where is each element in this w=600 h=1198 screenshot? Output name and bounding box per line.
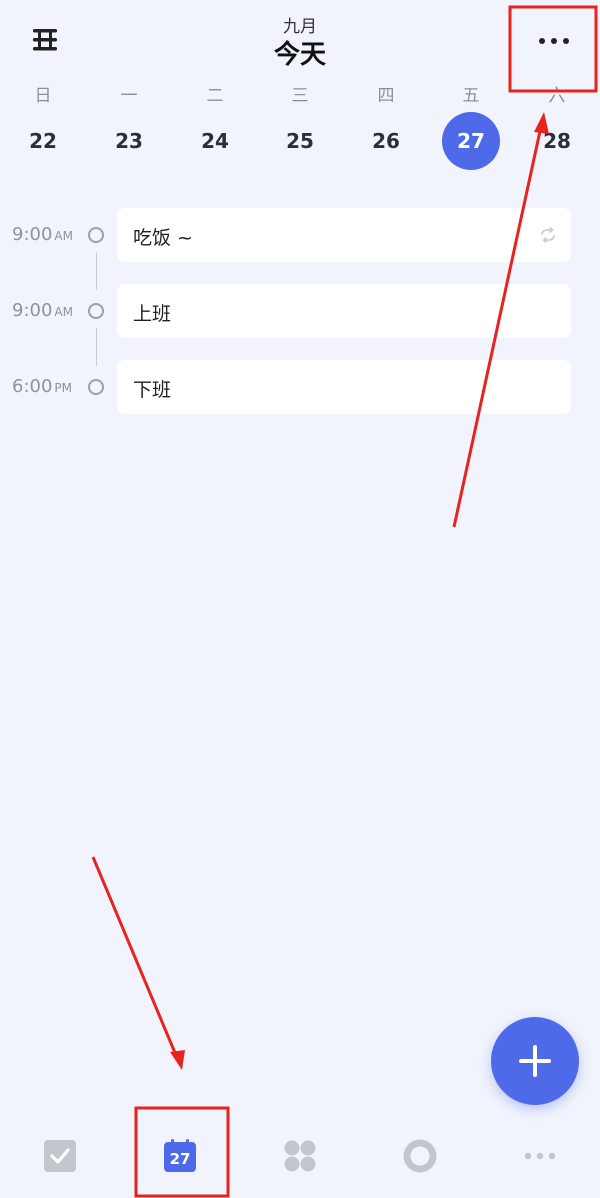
day-thu[interactable]: 四 26 [356,84,416,176]
event-card[interactable]: 上班 [117,284,571,338]
event-complete-circle[interactable] [88,227,104,243]
day-wed[interactable]: 三 25 [270,84,330,176]
arrowhead-icon [170,1050,185,1070]
tab-calendar[interactable]: 27 [135,1108,225,1198]
event-time: 9:00 AM [12,224,73,245]
date-number: 28 [543,129,571,153]
more-dots-icon [524,1152,556,1160]
repeat-icon [541,227,555,243]
grid-icon [284,1140,316,1172]
date-number: 26 [372,129,400,153]
event-row: 9:00 AM 上班 [0,284,600,338]
tab-tasks[interactable] [15,1108,105,1198]
weekday-label: 六 [548,86,566,106]
weekday-label: 五 [462,86,480,106]
day-sun[interactable]: 日 22 [13,84,73,176]
event-title: 吃饭 ~ [133,227,193,249]
event-time: 6:00 PM [12,376,73,397]
event-card[interactable]: 吃饭 ~ [117,208,571,262]
event-row: 9:00 AM 吃饭 ~ [0,208,600,262]
annotation-overlay [91,5,598,1198]
add-event-button[interactable] [491,1017,579,1105]
event-complete-circle[interactable] [88,379,104,395]
day-sat[interactable]: 六 28 [527,84,587,176]
tab-focus[interactable] [375,1108,465,1198]
bottom-tab-bar: 27 [0,1108,600,1198]
weekday-label: 二 [206,86,224,106]
event-row: 6:00 PM 下班 [0,360,600,414]
week-strip: 日 22 一 23 二 24 三 25 四 26 五 27 六 28 [0,84,600,176]
annotation-arrow-down [91,856,180,1061]
date-number: 27 [442,112,500,170]
tab-more[interactable] [495,1108,585,1198]
calendar-date-label: 27 [169,1150,191,1168]
date-number: 25 [286,129,314,153]
weekday-label: 一 [120,86,138,106]
weekday-label: 三 [291,86,309,106]
day-mon[interactable]: 一 23 [99,84,159,176]
date-number: 24 [201,129,229,153]
event-complete-circle[interactable] [88,303,104,319]
day-fri-selected[interactable]: 五 27 [441,84,501,176]
date-number: 22 [29,129,57,153]
app-header: 九月 今天 [0,0,600,80]
calendar-icon: 27 [162,1138,198,1174]
weekday-label: 日 [34,86,52,106]
more-dots-icon [539,38,545,44]
day-tue[interactable]: 二 24 [185,84,245,176]
focus-ring-icon [403,1139,437,1173]
event-title: 上班 [133,303,172,325]
page-title[interactable]: 今天 [0,34,600,71]
event-card[interactable]: 下班 [117,360,571,414]
event-time: 9:00 AM [12,300,73,321]
checkbox-icon [44,1140,76,1172]
weekday-label: 四 [377,86,395,106]
date-number: 23 [115,129,143,153]
event-title: 下班 [133,379,172,401]
more-options-button[interactable] [524,26,584,56]
tab-grid[interactable] [255,1108,345,1198]
